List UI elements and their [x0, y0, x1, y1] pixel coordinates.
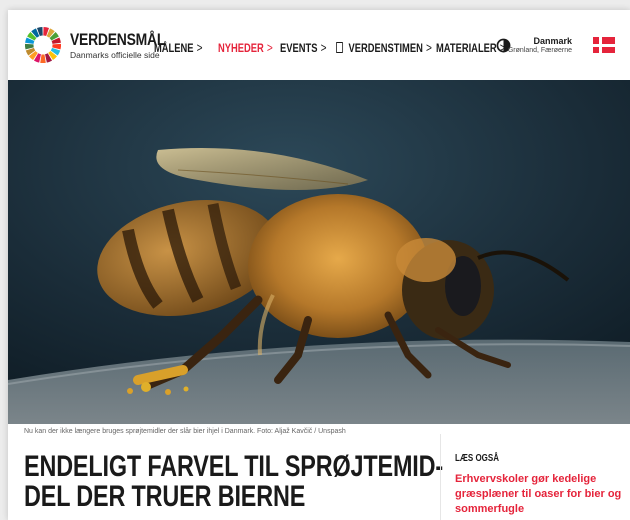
nav-item-nyheder[interactable]: NYHEDER > [218, 40, 273, 55]
nav-item-label: EVENTS [280, 40, 318, 55]
read-also-link[interactable]: Erhvervskoler gør kedelige græsplæner ti… [455, 472, 625, 517]
nav-item-label: MATERIALER [436, 40, 497, 55]
chevron-right-icon: > [320, 40, 327, 55]
danish-flag-icon[interactable] [593, 37, 615, 53]
headline-line: DEL DER TRUER BIERNE [24, 480, 306, 513]
nav-item-label: VERDENSTIMEN [348, 40, 423, 55]
nav-item-malene[interactable]: MÅLENE > [154, 40, 203, 55]
nav-item-verdenstimen[interactable]: VERDENSTIMEN > [336, 40, 432, 55]
bee-photo [8, 80, 630, 424]
brand-name[interactable]: VERDENSMÅL [70, 30, 165, 50]
nav-item-label: NYHEDER [218, 40, 264, 55]
nav-item-label: MÅLENE [154, 40, 194, 55]
chevron-right-icon: > [266, 40, 273, 55]
chevron-right-icon: > [196, 40, 203, 55]
image-caption: Nu kan der ikke længere bruges sprøjtemi… [24, 428, 346, 435]
sdg-wheel-logo-icon[interactable] [24, 26, 62, 64]
book-icon [336, 42, 344, 53]
page-card: VERDENSMÅL Danmarks officielle side MÅLE… [8, 10, 630, 520]
country-main: Danmark [533, 36, 572, 46]
chevron-right-icon: > [425, 40, 432, 55]
logo-wheel-segment [40, 54, 46, 64]
country-selector[interactable]: Danmark Grønland, Færøerne [508, 36, 572, 54]
brand-subtitle: Danmarks officielle side [70, 50, 160, 60]
read-also-box: LÆS OGSÅ Erhvervskoler gør kedelige græs… [440, 434, 630, 520]
nav-item-events[interactable]: EVENTS > [280, 40, 326, 55]
read-also-title: LÆS OGSÅ [455, 453, 500, 464]
country-sub: Grønland, Færøerne [507, 47, 572, 54]
hero-image [8, 80, 630, 424]
headline-line: ENDELIGT FARVEL TIL SPRØJTEMID- [24, 450, 444, 483]
article-headline: ENDELIGT FARVEL TIL SPRØJTEMID- DEL DER … [24, 450, 444, 513]
site-header: VERDENSMÅL Danmarks officielle side MÅLE… [8, 10, 630, 80]
